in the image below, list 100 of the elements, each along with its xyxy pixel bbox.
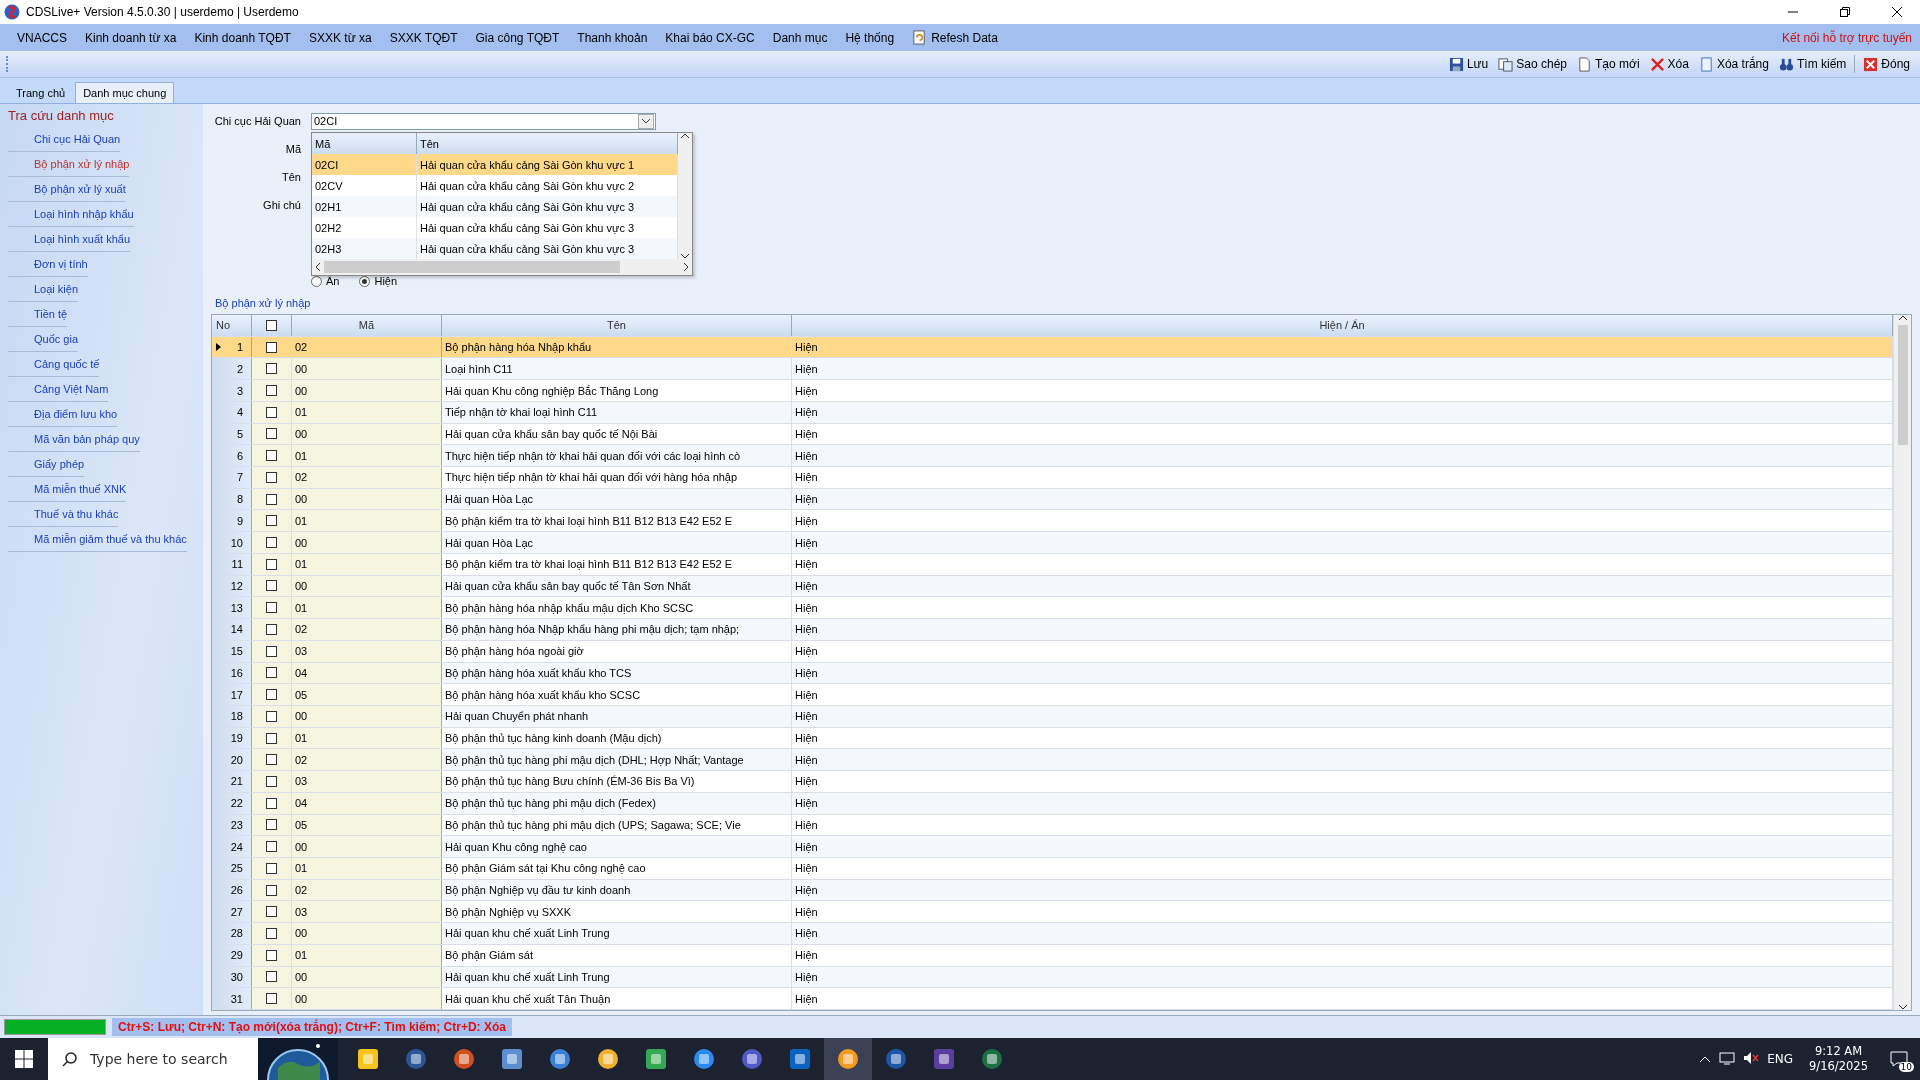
scroll-up-icon[interactable] [1898,315,1907,321]
toolbar-button[interactable]: Xóa [1645,54,1693,74]
toolbar-button[interactable]: Tìm kiếm [1774,54,1851,74]
sidebar-item[interactable]: Cảng Việt Nam [8,377,109,402]
menu-item[interactable]: SXXK TQĐT [380,26,467,49]
checkbox[interactable] [266,645,277,657]
sidebar-item[interactable]: Loại kiện [8,277,79,302]
combo-box[interactable]: 02CI [311,112,656,130]
language-indicator[interactable]: ENG [1767,1052,1794,1066]
checkbox[interactable] [266,928,277,939]
sidebar-item[interactable]: Địa điểm lưu kho [8,402,118,427]
scrollbar[interactable] [678,133,692,259]
sidebar-item[interactable]: Mã miễn thuế XNK [8,477,127,502]
sidebar-item[interactable]: Bộ phận xử lý nhập [8,152,130,177]
tab[interactable]: Danh mục chung [75,82,175,103]
checkbox[interactable] [266,558,277,570]
checkbox[interactable] [266,363,277,375]
checkbox[interactable] [266,602,277,614]
toolbar-button[interactable]: Xóa trắng [1694,54,1773,74]
menu-item[interactable]: Khai báo CX-GC [656,26,764,49]
checkbox[interactable] [266,515,277,527]
checkbox[interactable] [266,732,277,744]
checkbox[interactable] [266,319,277,331]
checkbox[interactable] [266,385,277,396]
table-cell: 00 [292,423,442,445]
column-header[interactable]: Mã [292,315,442,336]
sidebar-item[interactable]: Loại hình nhập khẩu [8,202,134,227]
scroll-down-icon[interactable] [681,253,689,259]
checkbox[interactable] [266,993,277,1005]
checkbox[interactable] [266,471,277,483]
checkbox[interactable] [266,341,277,353]
checkbox[interactable] [266,450,277,462]
dropdown-icon[interactable] [638,113,654,129]
sidebar-item[interactable]: Chi cục Hải Quan [8,127,121,152]
menu-item[interactable]: VNACCS [8,26,76,49]
checkbox[interactable] [266,623,277,635]
checkbox[interactable] [266,949,277,961]
menu-item[interactable]: Thanh khoản [568,26,657,49]
sidebar-item[interactable]: Mã miễn giảm thuế và thu khác [8,527,187,552]
checkbox[interactable] [266,862,277,874]
sidebar-item[interactable]: Loại hình xuất khẩu [8,227,131,252]
dropdown-cell[interactable]: 02H1 [312,196,417,217]
toolbar-button[interactable]: Lưu [1444,54,1493,74]
dropdown-cell[interactable]: 02CI [312,154,417,175]
dropdown-cell[interactable]: 02H3 [312,238,417,259]
checkbox[interactable] [266,906,277,918]
menu-item[interactable]: Refesh Data [903,26,1007,49]
menu-item[interactable]: Kinh doanh TQĐT [185,26,300,49]
table-cell: 01 [292,727,442,749]
checkbox[interactable] [266,428,277,440]
sidebar-item[interactable]: Cảng quốc tế [8,352,100,377]
toolbar-button[interactable]: Sao chép [1494,54,1571,74]
checkbox[interactable] [266,754,277,766]
column-header[interactable]: Hiện / Ẩn [792,315,1893,336]
checkbox[interactable] [266,819,277,831]
checkbox[interactable] [266,884,277,896]
sidebar-item[interactable]: Thuế và thu khác [8,502,119,527]
toolbar-button[interactable]: Đóng [1859,54,1914,74]
scroll-thumb[interactable] [1897,325,1908,445]
sidebar-item[interactable]: Đơn vị tính [8,252,88,277]
menu-item[interactable]: Gia công TQĐT [466,26,569,49]
scroll-thumb[interactable] [324,261,620,273]
checkbox[interactable] [266,580,277,592]
dropdown-cell[interactable]: Hải quan cửa khẩu cảng Sài Gòn khu vực 3 [417,196,678,217]
checkbox[interactable] [266,775,277,787]
checkbox[interactable] [266,689,277,701]
column-header[interactable]: Tên [442,315,792,336]
menu-item[interactable]: Hệ thống [836,26,904,49]
clock[interactable]: 9:12 AM 9/16/2025 [1801,1044,1876,1074]
checkbox[interactable] [266,406,277,418]
dropdown-cell[interactable]: Hải quan cửa khẩu cảng Sài Gòn khu vực 3 [417,238,678,259]
scrollbar[interactable] [312,259,692,275]
sidebar-item[interactable]: Mã văn bản pháp quy [8,427,140,452]
checkbox[interactable] [266,841,277,853]
menu-item[interactable]: Danh mục [763,26,837,49]
checkbox[interactable] [266,710,277,722]
column-header[interactable]: No [212,315,252,336]
checkbox[interactable] [266,493,277,505]
sidebar-item[interactable]: Tiền tệ [8,302,68,327]
dropdown-cell[interactable]: Hải quan cửa khẩu cảng Sài Gòn khu vực 1 [417,154,678,175]
scroll-up-icon[interactable] [681,133,689,139]
toolbar-button[interactable]: Tạo mới [1573,54,1644,74]
menu-item[interactable]: Kinh doanh từ xa [76,26,186,49]
scroll-right-icon[interactable] [682,263,690,271]
checkbox[interactable] [266,971,277,983]
menu-item[interactable]: SXXK từ xa [299,26,381,49]
scrollbar[interactable] [1893,315,1911,1010]
checkbox[interactable] [266,537,277,549]
sidebar-item[interactable]: Giấy phép [8,452,85,477]
sidebar-item[interactable]: Bộ phận xử lý xuất [8,177,126,202]
search-field[interactable]: Type here to search [48,1038,258,1080]
tab[interactable]: Trang chủ [8,82,74,103]
checkbox[interactable] [266,667,277,679]
network-icon[interactable] [1719,1050,1736,1068]
scroll-left-icon[interactable] [314,263,322,271]
checkbox[interactable] [266,797,277,809]
window-title: CDSLive+ Version 4.5.0.30 | userdemo | Userdemo [26,5,299,19]
scroll-down-icon[interactable] [1898,1004,1907,1010]
sidebar-item[interactable]: Quốc gia [8,327,79,352]
app-icon[interactable] [824,1038,872,1080]
